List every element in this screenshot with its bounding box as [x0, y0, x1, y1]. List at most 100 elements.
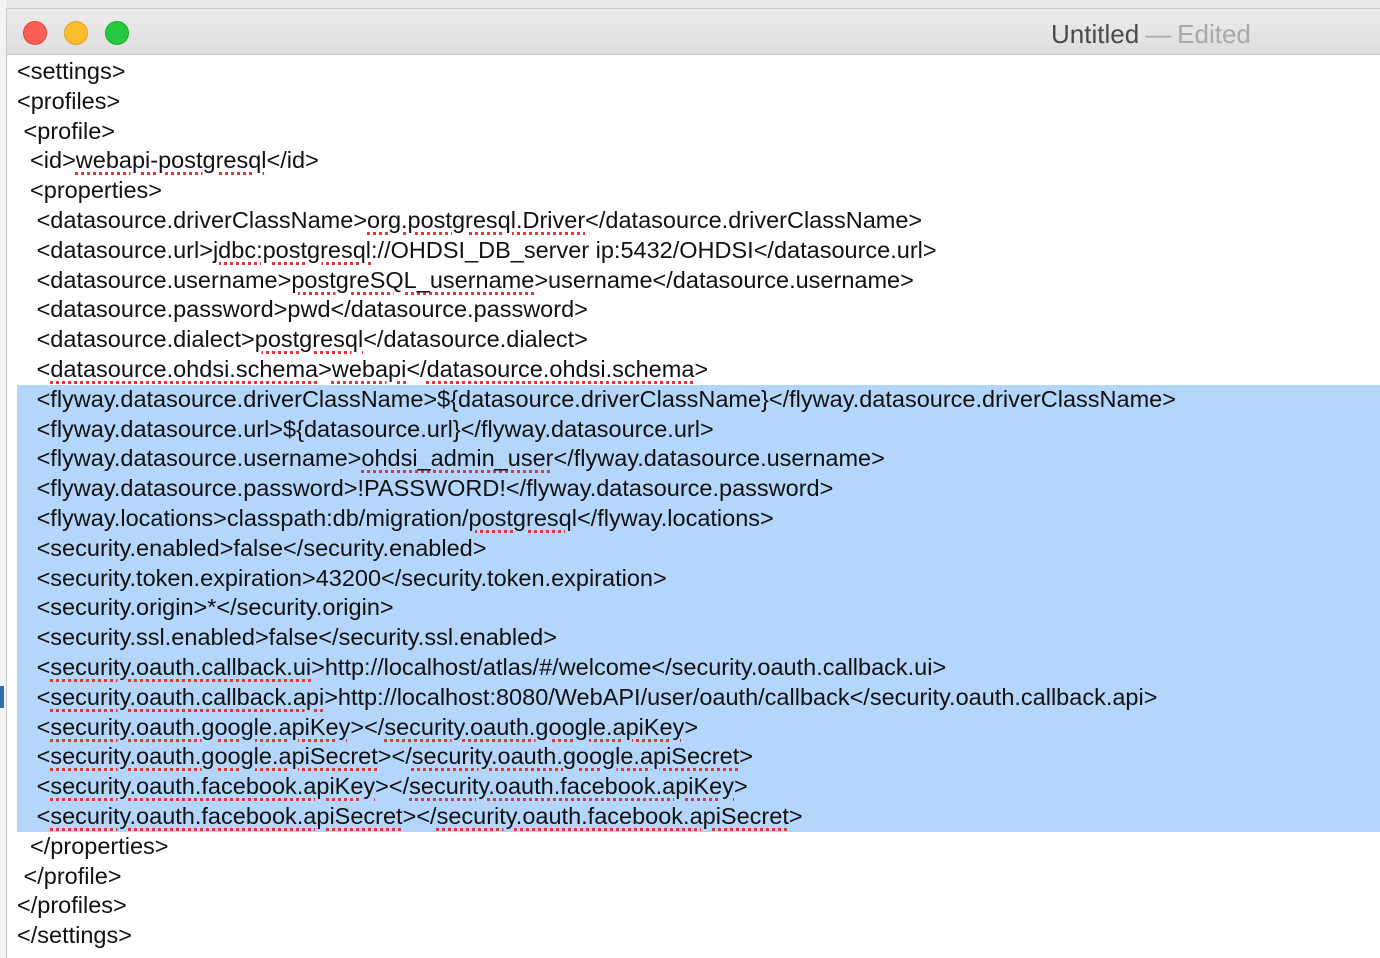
- text-segment: >: [734, 773, 748, 800]
- text-segment: <: [17, 713, 51, 740]
- text-segment: <security.ssl.enabled>false</security.ss…: [17, 624, 557, 651]
- text-line[interactable]: <properties>: [17, 176, 1380, 206]
- text-segment: </datasource.dialect>: [363, 326, 588, 353]
- selected-text-line[interactable]: <security.oauth.google.apiKey></security…: [17, 712, 1380, 743]
- text-segment: <security.origin>*</security.origin>: [17, 594, 394, 621]
- selected-text-line[interactable]: <flyway.locations>classpath:db/migration…: [17, 503, 1380, 534]
- text-segment: <: [17, 653, 51, 680]
- window-title: Untitled — Edited: [1051, 19, 1251, 50]
- text-line[interactable]: <datasource.dialect>postgresql</datasour…: [17, 325, 1380, 355]
- selected-text-line[interactable]: <security.oauth.google.apiSecret></secur…: [17, 742, 1380, 773]
- title-separator: —: [1145, 19, 1172, 49]
- misspelled-word: security.oauth.facebook.apiKey: [50, 773, 376, 800]
- selected-text-line[interactable]: <flyway.datasource.password>!PASSWORD!</…: [17, 474, 1380, 504]
- selected-text-line[interactable]: <flyway.datasource.username>ohdsi_admin_…: [17, 444, 1380, 475]
- text-line[interactable]: </profile>: [17, 862, 1380, 892]
- selected-text-line[interactable]: <flyway.datasource.url>${datasource.url}…: [17, 414, 1380, 445]
- background-window-edge: [0, 686, 4, 708]
- text-segment: <datasource.url>: [17, 236, 213, 263]
- misspelled-word: jdbc:postgresql: [212, 236, 372, 263]
- text-segment: >: [739, 743, 753, 770]
- text-line[interactable]: <settings>: [17, 57, 1380, 87]
- text-segment: >: [684, 713, 699, 740]
- text-segment: <security.token.expiration>43200</securi…: [17, 564, 667, 591]
- text-segment: </settings>: [17, 922, 132, 949]
- text-segment: >: [318, 355, 332, 382]
- text-segment: ></: [350, 713, 385, 740]
- misspelled-word: security.oauth.google.apiSecret: [411, 743, 740, 770]
- text-segment: <flyway.locations>classpath:db/migration…: [17, 504, 469, 531]
- textedit-window: Untitled — Edited <settings> <profiles> <pr…: [6, 8, 1380, 958]
- text-segment: </properties>: [17, 832, 169, 859]
- misspelled-word: datasource.ohdsi.schema: [50, 355, 319, 382]
- text-segment: ></: [377, 743, 412, 770]
- text-segment: >: [694, 355, 709, 382]
- misspelled-word: security.oauth.callback.ui: [50, 653, 312, 680]
- text-segment: >: [788, 802, 803, 829]
- selected-text-line[interactable]: <security.token.expiration>43200</securi…: [17, 563, 1380, 594]
- text-segment: <: [17, 355, 51, 382]
- text-segment: ></: [402, 802, 437, 829]
- selected-text-line[interactable]: <security.oauth.facebook.apiKey></securi…: [17, 772, 1380, 802]
- text-line[interactable]: <id>webapi-postgresql</id>: [17, 146, 1380, 176]
- text-segment: </flyway.datasource.username>: [553, 445, 885, 472]
- text-segment: <profile>: [17, 117, 115, 144]
- text-segment: <datasource.password>pwd</datasource.pas…: [17, 296, 588, 323]
- text-line[interactable]: <datasource.ohdsi.schema>webapi</datasou…: [17, 355, 1380, 385]
- text-segment: <: [17, 683, 51, 710]
- misspelled-word: postgresql: [254, 326, 364, 353]
- misspelled-word: postgreSQL_username: [291, 266, 535, 293]
- text-segment: ://OHDSI_DB_server ip:5432/OHDSI</dataso…: [371, 236, 937, 263]
- text-line[interactable]: <datasource.password>pwd</datasource.pas…: [17, 295, 1380, 325]
- text-segment: <profiles>: [17, 87, 121, 114]
- text-line[interactable]: <datasource.driverClassName>org.postgres…: [17, 206, 1380, 236]
- text-line[interactable]: <datasource.url>jdbc:postgresql://OHDSI_…: [17, 236, 1380, 266]
- misspelled-word: postgresql: [468, 504, 577, 531]
- text-segment: </datasource.driverClassName>: [585, 206, 923, 233]
- text-segment: <flyway.datasource.password>!PASSWORD!</…: [17, 475, 834, 502]
- misspelled-word: security.oauth.google.apiKey: [50, 713, 351, 740]
- misspelled-word: org.postgresql.Driver: [367, 206, 586, 233]
- text-segment: <flyway.datasource.username>: [17, 445, 362, 472]
- selected-text-line[interactable]: <flyway.datasource.driverClassName>${dat…: [17, 384, 1380, 415]
- text-segment: <id>: [17, 147, 76, 174]
- selected-text-line[interactable]: <security.oauth.callback.api>http://loca…: [17, 682, 1380, 713]
- text-segment: <: [17, 802, 51, 829]
- text-line[interactable]: </settings>: [17, 921, 1380, 951]
- zoom-button[interactable]: [105, 21, 129, 45]
- text-segment: <settings>: [17, 58, 126, 84]
- misspelled-word: datasource.ohdsi.schema: [426, 355, 695, 382]
- document-name: Untitled: [1051, 19, 1140, 49]
- selected-text-line[interactable]: <security.oauth.facebook.apiSecret></sec…: [17, 801, 1380, 832]
- title-bar[interactable]: Untitled — Edited: [7, 9, 1380, 55]
- selected-text-line[interactable]: <security.origin>*</security.origin>: [17, 593, 1380, 624]
- text-segment: ></: [375, 773, 410, 800]
- selected-text-line[interactable]: <security.enabled>false</security.enable…: [17, 533, 1380, 564]
- close-button[interactable]: [23, 21, 47, 45]
- text-segment: >http://localhost/atlas/#/welcome</secur…: [311, 653, 947, 680]
- minimize-button[interactable]: [64, 21, 88, 45]
- document-state: Edited: [1177, 19, 1251, 49]
- text-segment: <properties>: [17, 177, 163, 204]
- text-editor[interactable]: <settings> <profiles> <profile> <id>webap…: [17, 55, 1380, 951]
- selected-text-line[interactable]: <security.ssl.enabled>false</security.ss…: [17, 623, 1380, 653]
- selected-text-line[interactable]: <security.oauth.callback.ui>http://local…: [17, 652, 1380, 683]
- text-segment: </flyway.locations>: [576, 504, 774, 531]
- text-line[interactable]: <profile>: [17, 117, 1380, 147]
- misspelled-word: webapi-postgresql: [75, 147, 267, 174]
- text-segment: >username</datasource.username>: [534, 266, 914, 293]
- text-segment: <flyway.datasource.driverClassName>${dat…: [17, 385, 1176, 412]
- text-segment: <datasource.driverClassName>: [17, 206, 368, 233]
- text-line[interactable]: <datasource.username>postgreSQL_username…: [17, 266, 1380, 296]
- misspelled-word: ohdsi_admin_user: [361, 445, 554, 472]
- text-segment: </: [406, 355, 427, 382]
- text-line[interactable]: </profiles>: [17, 891, 1380, 921]
- text-segment: <: [17, 773, 51, 800]
- text-segment: <security.enabled>false</security.enable…: [17, 534, 487, 561]
- misspelled-word: security.oauth.facebook.apiKey: [409, 773, 735, 800]
- text-line[interactable]: <profiles>: [17, 87, 1380, 117]
- misspelled-word: security.oauth.callback.api: [50, 683, 325, 710]
- text-line[interactable]: </properties>: [17, 832, 1380, 862]
- text-segment: <datasource.dialect>: [17, 326, 255, 353]
- misspelled-word: webapi: [331, 355, 407, 382]
